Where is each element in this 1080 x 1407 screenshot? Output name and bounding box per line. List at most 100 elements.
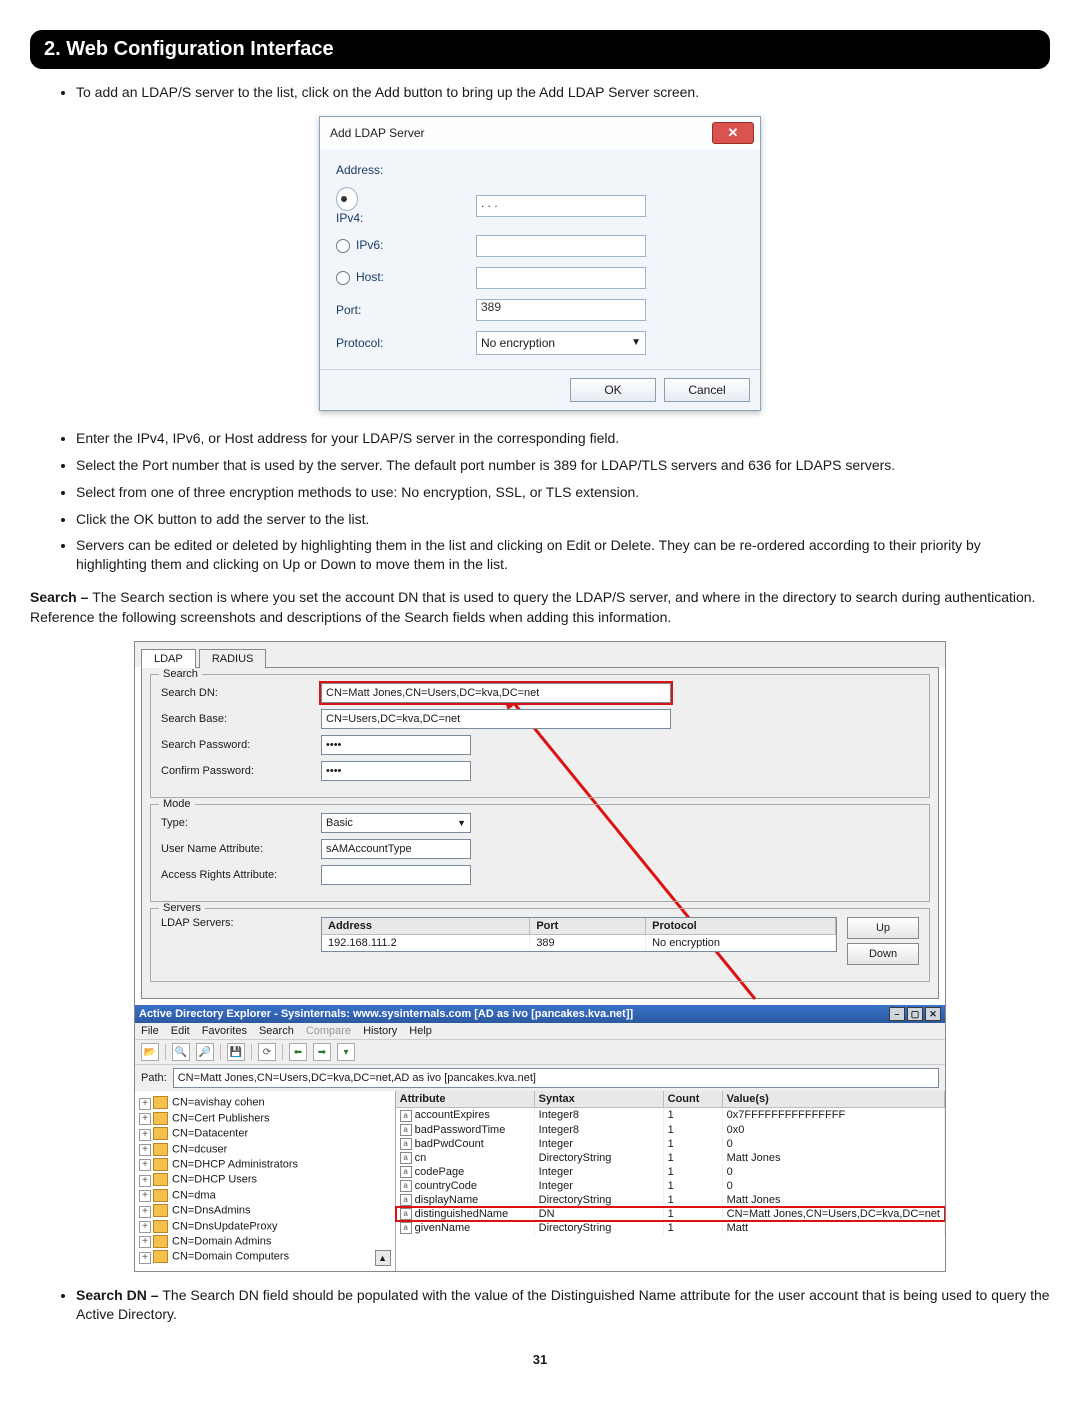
menu-search[interactable]: Search bbox=[259, 1025, 294, 1037]
folder-icon bbox=[153, 1173, 168, 1186]
dropdown-icon[interactable]: ▾ bbox=[337, 1043, 355, 1061]
save-icon[interactable]: 💾 bbox=[227, 1043, 245, 1061]
list-item: To add an LDAP/S server to the list, cli… bbox=[76, 83, 1050, 102]
protocol-label: Protocol: bbox=[336, 336, 476, 350]
ldap-servers-table[interactable]: Address Port Protocol 192.168.111.2 389 … bbox=[321, 917, 837, 952]
tree-row[interactable]: + CN=DHCP Administrators bbox=[139, 1157, 391, 1172]
tree-row[interactable]: +CN=Domain Computers ▲ bbox=[139, 1249, 391, 1264]
tab-radius[interactable]: RADIUS bbox=[199, 649, 267, 668]
ipv6-option[interactable]: IPv6: bbox=[336, 238, 476, 253]
search-screenshot-wrap: LDAP RADIUS Search Search DN: CN=Matt Jo… bbox=[30, 641, 1050, 1272]
expand-icon[interactable]: + bbox=[139, 1236, 151, 1248]
col-attribute[interactable]: Attribute bbox=[396, 1091, 535, 1108]
intro-bullet-list: To add an LDAP/S server to the list, cli… bbox=[56, 83, 1050, 102]
menu-file[interactable]: File bbox=[141, 1025, 159, 1037]
tree-row[interactable]: + CN=avishay cohen bbox=[139, 1095, 391, 1110]
refresh-icon[interactable]: ⟳ bbox=[258, 1043, 276, 1061]
search-icon[interactable]: 🔍 bbox=[172, 1043, 190, 1061]
ipv4-option[interactable]: IPv4: bbox=[336, 187, 476, 225]
attr-row[interactable]: agivenNameDirectoryString1Matt bbox=[396, 1221, 945, 1235]
expand-icon[interactable]: + bbox=[139, 1159, 151, 1171]
expand-icon[interactable]: + bbox=[139, 1113, 151, 1125]
port-input[interactable]: 389 bbox=[476, 299, 646, 321]
protocol-select[interactable]: No encryption ▼ bbox=[476, 331, 646, 355]
search-body: The Search section is where you set the … bbox=[30, 589, 1035, 625]
open-icon[interactable]: 📂 bbox=[141, 1043, 159, 1061]
attr-row[interactable]: acnDirectoryString1Matt Jones bbox=[396, 1151, 945, 1165]
chevron-down-icon: ▼ bbox=[457, 818, 466, 828]
tree-row[interactable]: + CN=Domain Admins bbox=[139, 1234, 391, 1249]
folder-icon bbox=[153, 1143, 168, 1156]
expand-icon[interactable]: + bbox=[139, 1221, 151, 1233]
tree-label: CN=dcuser bbox=[172, 1143, 227, 1155]
tree-label: CN=avishay cohen bbox=[172, 1097, 265, 1109]
forward-icon[interactable]: ➡ bbox=[313, 1043, 331, 1061]
col-count[interactable]: Count bbox=[664, 1091, 723, 1108]
attr-row[interactable]: acodePageInteger10 bbox=[396, 1165, 945, 1179]
type-select[interactable]: Basic ▼ bbox=[321, 813, 471, 833]
attr-row[interactable]: acountryCodeInteger10 bbox=[396, 1179, 945, 1193]
ok-button[interactable]: OK bbox=[570, 378, 656, 402]
expand-icon[interactable]: + bbox=[139, 1144, 151, 1156]
tree-label: CN=DHCP Administrators bbox=[172, 1158, 298, 1170]
access-rights-attr-input[interactable] bbox=[321, 865, 471, 885]
find-icon[interactable]: 🔎 bbox=[196, 1043, 214, 1061]
expand-icon[interactable]: + bbox=[139, 1175, 151, 1187]
expand-icon[interactable]: + bbox=[139, 1098, 151, 1110]
attr-header: Attribute Syntax Count Value(s) bbox=[396, 1091, 945, 1108]
tab-ldap[interactable]: LDAP bbox=[141, 649, 196, 668]
path-input[interactable]: CN=Matt Jones,CN=Users,DC=kva,DC=net,AD … bbox=[173, 1068, 939, 1088]
host-option[interactable]: Host: bbox=[336, 270, 476, 285]
expand-icon[interactable]: + bbox=[139, 1206, 151, 1218]
ipv4-input[interactable]: . . . bbox=[476, 195, 646, 217]
ipv6-input[interactable] bbox=[476, 235, 646, 257]
search-password-input[interactable]: •••• bbox=[321, 735, 471, 755]
col-values[interactable]: Value(s) bbox=[723, 1091, 945, 1108]
back-icon[interactable]: ⬅ bbox=[289, 1043, 307, 1061]
tree-row[interactable]: +CN=DHCP Users bbox=[139, 1172, 391, 1187]
attr-row[interactable]: abadPasswordTimeInteger810x0 bbox=[396, 1123, 945, 1137]
username-attr-input[interactable]: sAMAccountType bbox=[321, 839, 471, 859]
protocol-value: No encryption bbox=[481, 336, 555, 350]
confirm-password-input[interactable]: •••• bbox=[321, 761, 471, 781]
close-icon[interactable]: ✕ bbox=[925, 1007, 941, 1021]
up-button[interactable]: Up bbox=[847, 917, 919, 939]
expand-icon[interactable]: + bbox=[139, 1252, 151, 1264]
confirm-password-label: Confirm Password: bbox=[161, 765, 321, 777]
scroll-up-icon[interactable]: ▲ bbox=[375, 1250, 391, 1266]
attr-row-highlighted[interactable]: adistinguishedNameDN1CN=Matt Jones,CN=Us… bbox=[396, 1207, 945, 1221]
menu-help[interactable]: Help bbox=[409, 1025, 432, 1037]
attr-row[interactable]: abadPwdCountInteger10 bbox=[396, 1137, 945, 1151]
table-row[interactable]: 192.168.111.2 389 No encryption bbox=[322, 935, 836, 951]
tabs-bar: LDAP RADIUS bbox=[135, 642, 945, 667]
col-protocol: Protocol bbox=[646, 918, 836, 935]
col-syntax[interactable]: Syntax bbox=[535, 1091, 664, 1108]
folder-icon bbox=[153, 1220, 168, 1233]
ldap-panel: Search Search DN: CN=Matt Jones,CN=Users… bbox=[141, 667, 939, 999]
menu-favorites[interactable]: Favorites bbox=[202, 1025, 247, 1037]
close-icon[interactable]: ✕ bbox=[712, 122, 754, 144]
expand-icon[interactable]: + bbox=[139, 1129, 151, 1141]
tree-row[interactable]: +CN=Datacenter bbox=[139, 1126, 391, 1141]
search-dn-input[interactable]: CN=Matt Jones,CN=Users,DC=kva,DC=net bbox=[321, 683, 671, 703]
tree-row[interactable]: +CN=Cert Publishers bbox=[139, 1111, 391, 1126]
menu-edit[interactable]: Edit bbox=[171, 1025, 190, 1037]
expand-icon[interactable]: + bbox=[139, 1190, 151, 1202]
minimize-icon[interactable]: – bbox=[889, 1007, 905, 1021]
search-base-input[interactable]: CN=Users,DC=kva,DC=net bbox=[321, 709, 671, 729]
maximize-icon[interactable]: ▢ bbox=[907, 1007, 923, 1021]
attr-row[interactable]: aaccountExpiresInteger810x7FFFFFFFFFFFFF… bbox=[396, 1108, 945, 1122]
menu-history[interactable]: History bbox=[363, 1025, 397, 1037]
tree-row[interactable]: +CN=DnsUpdateProxy bbox=[139, 1219, 391, 1234]
tree-row[interactable]: +CN=dma bbox=[139, 1188, 391, 1203]
tree-row[interactable]: +CN=DnsAdmins bbox=[139, 1203, 391, 1218]
ade-tree[interactable]: +CN=avishay cohen +CN=Cert Publishers +C… bbox=[135, 1091, 396, 1271]
folder-icon bbox=[153, 1127, 168, 1140]
tree-label: CN=Domain Admins bbox=[172, 1235, 271, 1247]
attr-row[interactable]: adisplayNameDirectoryString1Matt Jones bbox=[396, 1193, 945, 1207]
cancel-button[interactable]: Cancel bbox=[664, 378, 750, 402]
down-button[interactable]: Down bbox=[847, 943, 919, 965]
host-input[interactable] bbox=[476, 267, 646, 289]
folder-icon bbox=[153, 1235, 168, 1248]
tree-row[interactable]: + CN=dcuser bbox=[139, 1142, 391, 1157]
